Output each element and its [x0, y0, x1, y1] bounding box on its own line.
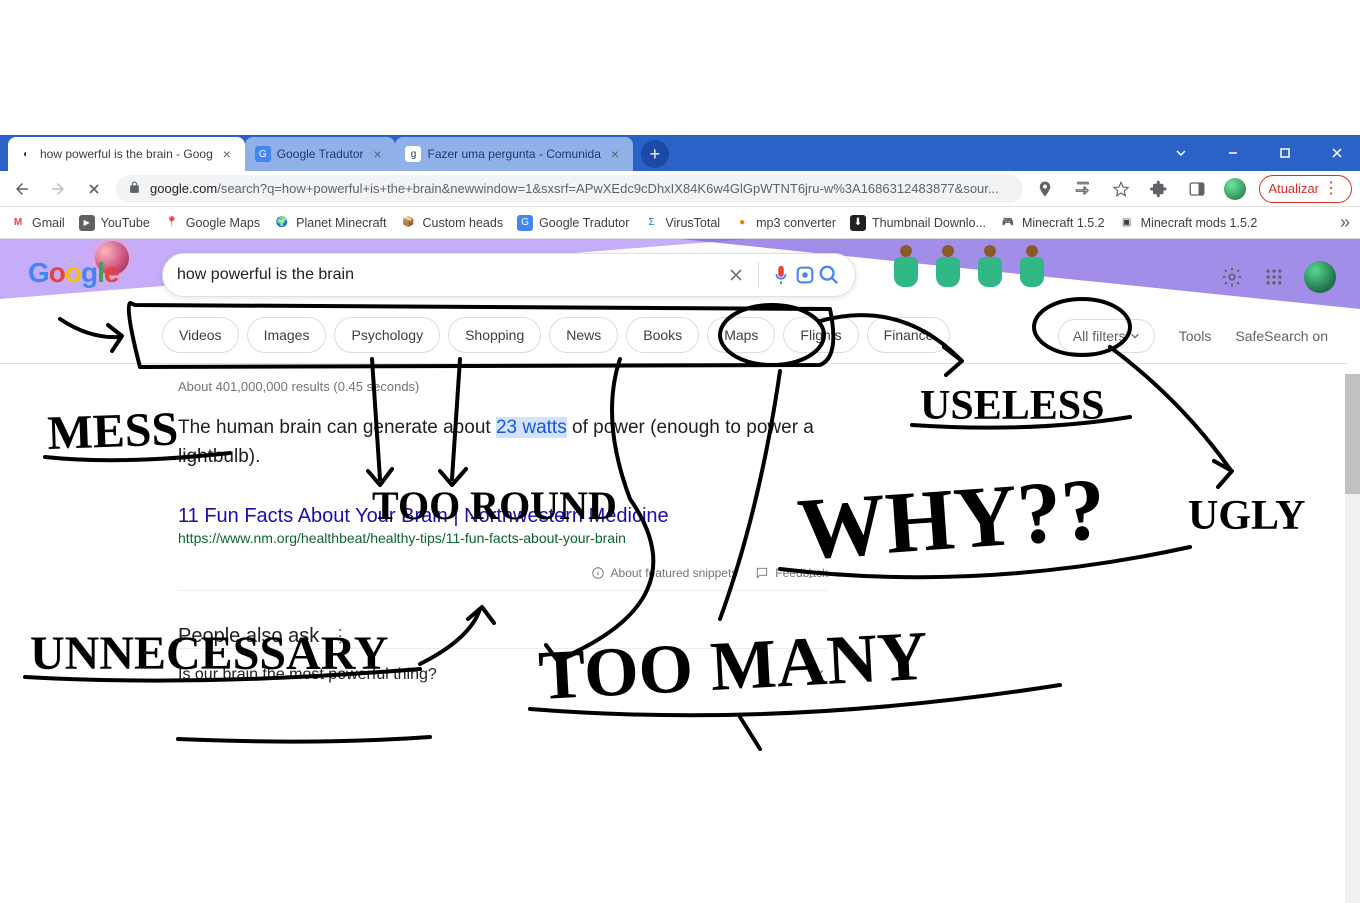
scrollbar-thumb[interactable] [1345, 374, 1360, 494]
featured-snippet: The human brain can generate about 23 wa… [178, 414, 828, 471]
side-panel-icon[interactable] [1183, 175, 1211, 203]
tab-favicon: g [405, 146, 421, 162]
chip-flights[interactable]: Flights [783, 317, 858, 353]
url-input[interactable]: google.com/search?q=how+powerful+is+the+… [116, 175, 1023, 203]
extensions-icon[interactable] [1145, 175, 1173, 203]
divider [0, 363, 1348, 364]
people-also-ask: People also ask ⋮ Is our brain the most … [178, 625, 828, 700]
result-stats: About 401,000,000 results (0.45 seconds) [178, 379, 828, 394]
page-content: Google Videos Images Psychology Shopping… [0, 239, 1360, 768]
url-text: google.com/search?q=how+powerful+is+the+… [150, 181, 1011, 196]
chip-psychology[interactable]: Psychology [334, 317, 440, 353]
close-icon[interactable]: × [369, 146, 385, 162]
header-right [1220, 261, 1336, 293]
browser-tab-active[interactable]: ◐ how powerful is the brain - Goog × [8, 137, 245, 171]
browser-tab[interactable]: G Google Tradutor × [245, 137, 396, 171]
voice-search-icon[interactable] [769, 264, 793, 286]
bookmark-virustotal[interactable]: ΣVirusTotal [643, 215, 720, 231]
paa-heading: People also ask [178, 625, 319, 648]
tab-favicon: G [255, 146, 271, 162]
bookmark-google-tradutor[interactable]: GGoogle Tradutor [517, 215, 629, 231]
chevron-down-icon [810, 663, 828, 686]
bookmark-custom-heads[interactable]: 📦Custom heads [400, 215, 503, 231]
lens-search-icon[interactable] [793, 264, 817, 286]
close-window-button[interactable] [1314, 135, 1360, 171]
chip-books[interactable]: Books [626, 317, 699, 353]
search-bar[interactable] [162, 253, 856, 297]
profile-avatar-icon[interactable] [1221, 175, 1249, 203]
google-logo[interactable]: Google [28, 257, 118, 289]
result-url[interactable]: https://www.nm.org/healthbeat/healthy-ti… [178, 530, 828, 546]
search-results: About 401,000,000 results (0.45 seconds)… [178, 379, 828, 700]
safesearch-link[interactable]: SafeSearch on [1235, 328, 1328, 344]
chip-shopping[interactable]: Shopping [448, 317, 541, 353]
bookmark-gmail[interactable]: MGmail [10, 215, 65, 231]
bookmark-star-icon[interactable] [1107, 175, 1135, 203]
tabs-overflow-icon[interactable] [1158, 135, 1204, 171]
bookmark-maps[interactable]: 📍Google Maps [164, 215, 260, 231]
bookmark-mp3-converter[interactable]: ●mp3 converter [734, 215, 836, 231]
bookmarks-bar: MGmail ▶YouTube 📍Google Maps 🌍Planet Min… [0, 207, 1360, 239]
about-snippets-link[interactable]: About featured snippets [591, 566, 738, 580]
clear-icon[interactable] [724, 265, 748, 285]
location-icon[interactable] [1031, 175, 1059, 203]
svg-text:USELESS: USELESS [920, 383, 1104, 429]
result-menu-icon[interactable]: ⋮ [804, 566, 816, 580]
tab-title: Fazer uma pergunta - Comunida [427, 147, 600, 161]
tab-title: Google Tradutor [277, 147, 364, 161]
result-title-link[interactable]: 11 Fun Facts About Your Brain | Northwes… [178, 505, 828, 528]
paa-question[interactable]: Is our brain the most powerful thing? [178, 648, 828, 700]
search-input[interactable] [177, 266, 724, 284]
bookmarks-overflow-icon[interactable]: » [1340, 212, 1350, 233]
paa-menu-icon[interactable]: ⋮ [331, 626, 349, 647]
update-button[interactable]: Atualizar⋮ [1259, 175, 1352, 203]
window-controls [1158, 135, 1360, 171]
svg-text:MESS: MESS [47, 402, 179, 460]
tools-link[interactable]: Tools [1179, 328, 1212, 344]
minimize-button[interactable] [1210, 135, 1256, 171]
browser-tab[interactable]: g Fazer uma pergunta - Comunida × [395, 137, 632, 171]
bookmark-planet-minecraft[interactable]: 🌍Planet Minecraft [274, 215, 386, 231]
new-tab-button[interactable]: + [641, 140, 669, 168]
maximize-button[interactable] [1262, 135, 1308, 171]
divider [758, 262, 759, 288]
lock-icon [128, 181, 142, 197]
account-avatar[interactable] [1304, 261, 1336, 293]
stop-reload-button[interactable] [80, 175, 108, 203]
search-filter-chips: Videos Images Psychology Shopping News B… [162, 317, 950, 353]
close-icon[interactable]: × [607, 146, 623, 162]
chip-news[interactable]: News [549, 317, 618, 353]
settings-icon[interactable] [1220, 265, 1244, 289]
share-icon[interactable] [1069, 175, 1097, 203]
tab-title: how powerful is the brain - Goog [40, 147, 213, 161]
svg-text:UGLY: UGLY [1188, 493, 1306, 539]
address-bar: google.com/search?q=how+powerful+is+the+… [0, 171, 1360, 207]
close-icon[interactable]: × [219, 146, 235, 162]
tab-favicon: ◐ [18, 146, 34, 162]
bookmark-minecraft-mods-152[interactable]: ▣Minecraft mods 1.5.2 [1119, 215, 1258, 231]
chip-videos[interactable]: Videos [162, 317, 239, 353]
chip-finance[interactable]: Finance [867, 317, 951, 353]
search-icon[interactable] [817, 264, 841, 286]
search-options-right: All filters Tools SafeSearch on [1058, 319, 1328, 353]
chip-maps[interactable]: Maps [707, 317, 775, 353]
chip-images[interactable]: Images [247, 317, 327, 353]
browser-titlebar: ◐ how powerful is the brain - Goog × G G… [0, 135, 1360, 171]
apps-grid-icon[interactable] [1262, 265, 1286, 289]
svg-text:WHY??: WHY?? [795, 461, 1109, 579]
forward-button[interactable] [44, 175, 72, 203]
all-filters-button[interactable]: All filters [1058, 319, 1155, 353]
bookmark-thumbnail-downloader[interactable]: ⬇Thumbnail Downlo... [850, 215, 986, 231]
bookmark-minecraft-152[interactable]: 🎮Minecraft 1.5.2 [1000, 215, 1105, 231]
vertical-scrollbar[interactable] [1345, 374, 1360, 903]
back-button[interactable] [8, 175, 36, 203]
doodle-dancers [888, 243, 1050, 297]
feedback-link[interactable]: Feedback [755, 566, 828, 580]
bookmark-youtube[interactable]: ▶YouTube [79, 215, 150, 231]
